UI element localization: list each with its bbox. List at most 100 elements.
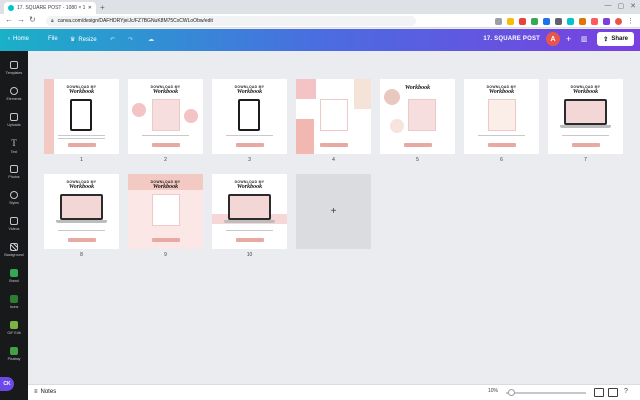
back-icon[interactable]: ← xyxy=(5,15,13,24)
extension-icon[interactable] xyxy=(519,17,526,25)
sidebar-item-styles[interactable]: Styles xyxy=(0,185,28,211)
profile-avatar[interactable] xyxy=(615,17,622,25)
resize-label: Resize xyxy=(78,36,97,43)
sidebar-item-photos[interactable]: Photos xyxy=(0,159,28,185)
brand-app-icon xyxy=(10,269,18,277)
browser-menu-icon[interactable]: ⋮ xyxy=(627,17,634,25)
page-thumbnail-1[interactable]: DOWNLOAD MY Workbook xyxy=(44,79,119,154)
sidebar-item-label: Text xyxy=(10,150,18,154)
ck-extension-button[interactable]: CK xyxy=(0,377,14,391)
page-thumbnail-6[interactable]: DOWNLOAD MY Workbook xyxy=(464,79,539,154)
page-thumbnail-3[interactable]: DOWNLOAD MY Workbook xyxy=(212,79,287,154)
extension-icon[interactable] xyxy=(531,17,538,25)
sidebar-item-templates[interactable]: Templates xyxy=(0,55,28,81)
url-text: canva.com/design/DAFHDRYjeiJc/FZ7BGNuK8M… xyxy=(57,18,213,24)
close-window-button[interactable]: ✕ xyxy=(630,2,636,10)
page-number: 5 xyxy=(416,157,419,163)
url-field[interactable]: 🔒︎ canva.com/design/DAFHDRYjeiJc/FZ7BGNu… xyxy=(46,16,416,26)
document-title[interactable]: 17. SQUARE POST xyxy=(483,36,540,42)
palette-icon xyxy=(10,191,18,199)
undo-icon[interactable]: ↶ xyxy=(110,36,115,43)
page-number: 3 xyxy=(248,157,251,163)
editor-footer: ≡ Notes 10% ? xyxy=(28,384,640,400)
fullscreen-icon[interactable] xyxy=(608,388,618,397)
page-thumbnail-2[interactable]: DOWNLOAD MY Workbook xyxy=(128,79,203,154)
home-label: Home xyxy=(13,36,30,42)
body-text-line xyxy=(58,230,105,231)
sidebar-item-label: Background xyxy=(4,253,24,257)
page-thumbnail-10[interactable]: DOWNLOAD MY Workbook xyxy=(212,174,287,249)
page-number: 6 xyxy=(500,157,503,163)
forward-icon[interactable]: → xyxy=(17,15,25,24)
sidebar-item-pixabay[interactable]: Pixabay xyxy=(0,341,28,367)
home-button[interactable]: ‹ Home xyxy=(8,36,29,42)
extension-icon[interactable] xyxy=(555,17,562,25)
minimize-button[interactable]: — xyxy=(605,2,612,10)
sidebar-item-gif-edit[interactable]: GIF Edit xyxy=(0,315,28,341)
extension-icon[interactable] xyxy=(567,17,574,25)
page-heading-script: Workbook xyxy=(68,184,95,190)
reload-icon[interactable]: ↻ xyxy=(29,15,36,24)
sidebar-item-videos[interactable]: Videos xyxy=(0,211,28,237)
zoom-level[interactable]: 10% xyxy=(488,388,498,394)
extension-icon[interactable] xyxy=(591,17,598,25)
notes-button[interactable]: ≡ Notes xyxy=(34,389,56,395)
sidebar-item-text[interactable]: T Text xyxy=(0,133,28,159)
background-pattern-icon xyxy=(10,243,18,251)
page-thumbnail-7[interactable]: DOWNLOAD MY Workbook xyxy=(548,79,623,154)
cloud-save-icon[interactable]: ☁ xyxy=(148,36,154,43)
help-icon[interactable]: ? xyxy=(624,388,628,395)
laptop-mockup xyxy=(60,194,103,220)
page-number: 9 xyxy=(164,252,167,258)
sidebar-item-elements[interactable]: Elements xyxy=(0,81,28,107)
sidebar-item-background[interactable]: Background xyxy=(0,237,28,263)
photo-decoration xyxy=(296,79,316,99)
page-thumbnail-4[interactable] xyxy=(296,79,371,154)
user-avatar[interactable]: A xyxy=(546,32,561,46)
add-collaborator-button[interactable]: + xyxy=(566,34,571,44)
sidebar-item-label: Videos xyxy=(8,227,20,231)
extensions-puzzle-icon[interactable] xyxy=(603,17,610,25)
bookmark-star-icon[interactable] xyxy=(507,17,514,25)
sidebar-item-label: Elements xyxy=(6,97,22,101)
share-page-icon[interactable] xyxy=(495,17,502,25)
sidebar-item-brand[interactable]: Brand xyxy=(0,263,28,289)
sidebar-item-icons[interactable]: Icons xyxy=(0,289,28,315)
cta-button-graphic xyxy=(320,143,348,147)
extension-icon[interactable] xyxy=(579,17,586,25)
workbook-mockup xyxy=(152,99,180,131)
redo-icon[interactable]: ↷ xyxy=(128,36,133,43)
close-tab-icon[interactable]: ✕ xyxy=(88,5,92,11)
page-heading-script: Workbook xyxy=(488,89,515,95)
zoom-slider-knob[interactable] xyxy=(508,389,515,396)
extension-icon[interactable] xyxy=(543,17,550,25)
laptop-mockup xyxy=(564,99,607,125)
add-page-button[interactable]: + xyxy=(296,174,371,249)
cta-button-graphic xyxy=(68,143,96,147)
page-thumbnail-9[interactable]: DOWNLOAD MY Workbook xyxy=(128,174,203,249)
insights-chart-icon[interactable]: ▥ xyxy=(577,32,591,46)
browser-tab[interactable]: 17. SQUARE POST - 1080 × 1... ✕ xyxy=(4,2,96,14)
page-heading-script: Workbook xyxy=(236,184,263,190)
zoom-slider[interactable] xyxy=(506,389,586,396)
sidebar-item-uploads[interactable]: Uploads xyxy=(0,107,28,133)
page-thumbnail-8[interactable]: DOWNLOAD MY Workbook xyxy=(44,174,119,249)
page-thumbnail-5[interactable]: Workbook xyxy=(380,79,455,154)
extensions-area: ⋮ xyxy=(495,17,634,25)
grid-view-icon[interactable] xyxy=(594,388,604,397)
share-button[interactable]: ⇪ Share xyxy=(597,32,634,46)
page-heading-script: Workbook xyxy=(152,89,179,95)
crown-icon: ♛ xyxy=(70,37,76,43)
page-grid: DOWNLOAD MY Workbook 1 DOWNLOAD MY Workb… xyxy=(28,51,640,384)
workbook-mockup xyxy=(488,99,516,131)
body-text-line xyxy=(226,230,273,231)
cta-button-graphic xyxy=(572,143,600,147)
file-menu-button[interactable]: File xyxy=(48,36,58,42)
new-tab-button[interactable]: + xyxy=(100,3,105,12)
resize-button[interactable]: ♛ Resize xyxy=(70,36,97,44)
sidebar-item-label: Styles xyxy=(9,201,19,205)
text-t-icon: T xyxy=(11,138,17,148)
page-heading-script: Workbook xyxy=(68,89,95,95)
maximize-button[interactable]: ▢ xyxy=(618,2,625,10)
cta-button-graphic xyxy=(236,238,264,242)
